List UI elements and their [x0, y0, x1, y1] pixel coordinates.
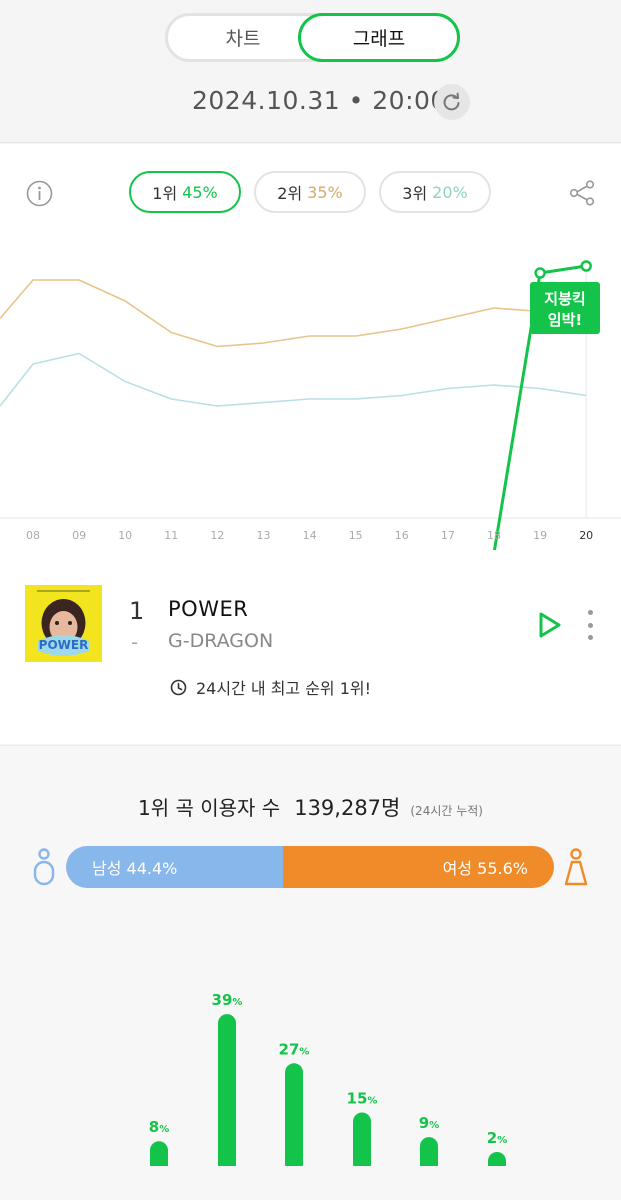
age-distribution-chart: 연령8%10'39%20'27%30'15%40'9%50'2%60' [149, 991, 507, 1166]
age-bar-value: 9% [419, 1114, 439, 1132]
play-button[interactable] [537, 610, 563, 640]
filter-rank-1-pct: 45% [182, 182, 218, 202]
filter-rank-3-label: 3위 [402, 184, 428, 203]
view-toggle: 차트 그래프 [165, 13, 460, 62]
song-row[interactable]: POWER 1 - POWER G-DRAGON 24시간 내 최고 순위 1위… [0, 580, 621, 730]
age-bar [488, 1152, 506, 1166]
filter-rank-1-label: 1위 [152, 184, 178, 203]
data-point [580, 260, 592, 272]
more-vertical-icon [587, 610, 593, 615]
listener-count: 139,287명 [294, 796, 401, 820]
age-bar-value: 39% [212, 991, 243, 1009]
x-tick-label: 16 [395, 529, 409, 542]
listener-count-note: (24시간 누적) [410, 804, 483, 818]
filter-rank-3[interactable]: 3위 20% [379, 171, 491, 213]
filter-rank-1[interactable]: 1위 45% [129, 171, 241, 213]
info-button[interactable] [26, 180, 53, 207]
age-bar-value: 27% [279, 1040, 310, 1058]
series-line-rank-2 [0, 279, 541, 348]
x-tick-label: 11 [164, 529, 178, 542]
female-ratio: 여성 55.6% [282, 846, 554, 888]
x-tick-label: 15 [349, 529, 363, 542]
share-icon [569, 180, 595, 206]
age-bar [420, 1137, 438, 1166]
more-options-button[interactable] [582, 610, 598, 640]
x-tick-label: 14 [303, 529, 317, 542]
x-tick-label: 18 [487, 529, 501, 542]
filter-rank-2[interactable]: 2위 35% [254, 171, 366, 213]
listener-count-label: 1위 곡 이용자 수 [138, 796, 281, 820]
rank-share-line-chart: 지붕킥 임박! 08 09 10 11 12 13 14 15 16 17 18 19 20 [0, 260, 621, 550]
male-person-icon [33, 848, 55, 886]
gender-ratio-bar: 남성 44.4% 여성 55.6% [66, 846, 554, 888]
refresh-icon [443, 92, 460, 111]
song-artist[interactable]: G-DRAGON [168, 630, 273, 652]
series-line-rank-3 [0, 352, 587, 407]
listener-stats: 1위 곡 이용자 수 139,287명 (24시간 누적) 남성 44.4% 여성 … [0, 745, 621, 1200]
rank-change: - [131, 630, 139, 654]
x-tick-label: 08 [26, 529, 40, 542]
age-bar-value: 8% [149, 1118, 169, 1136]
annotation-callout: 지붕킥 임박! [530, 282, 600, 334]
peak-rank-text: 24시간 내 최고 순위 1위! [196, 679, 372, 698]
listener-stats-title: 1위 곡 이용자 수 139,287명 (24시간 누적) [0, 792, 621, 822]
song-title[interactable]: POWER [168, 597, 248, 621]
tab-graph[interactable]: 그래프 [298, 13, 460, 62]
x-tick-label: 20 [579, 529, 593, 542]
data-point [534, 267, 546, 279]
age-bar [285, 1063, 303, 1166]
x-tick-label: 10 [118, 529, 132, 542]
more-dot [587, 622, 593, 628]
x-tick-label: 19 [533, 529, 547, 542]
peak-rank-note: 24시간 내 최고 순위 1위! [170, 675, 371, 699]
x-tick-label: 17 [441, 529, 455, 542]
filter-rank-2-label: 2위 [277, 184, 303, 203]
filter-rank-2-pct: 35% [307, 182, 343, 202]
age-bar-value: 2% [487, 1129, 507, 1147]
song-rank: 1 [129, 597, 145, 625]
chart-datetime: 2024.10.31 • 20:00 [192, 85, 447, 115]
x-tick-label: 12 [210, 529, 224, 542]
female-person-icon [564, 848, 588, 886]
x-tick-label: 13 [257, 529, 271, 542]
info-icon [26, 180, 53, 207]
x-tick-label: 09 [72, 529, 86, 542]
age-bar [218, 1014, 236, 1166]
album-cover[interactable]: POWER [25, 585, 102, 662]
age-bar [150, 1141, 168, 1166]
age-bar-value: 15% [347, 1090, 378, 1108]
age-bar [353, 1112, 371, 1166]
refresh-button[interactable] [434, 84, 470, 120]
more-dot [587, 635, 593, 640]
clock-icon [170, 679, 187, 695]
tab-chart[interactable]: 차트 [168, 13, 318, 62]
filter-rank-3-pct: 20% [432, 182, 468, 202]
album-art: POWER [25, 585, 102, 662]
male-ratio: 남성 44.4% [66, 846, 283, 888]
album-title-text: POWER [39, 638, 89, 652]
share-button[interactable] [567, 178, 597, 208]
top-section: 차트 그래프 2024.10.31 • 20:00 [0, 0, 621, 143]
play-icon [539, 612, 561, 638]
